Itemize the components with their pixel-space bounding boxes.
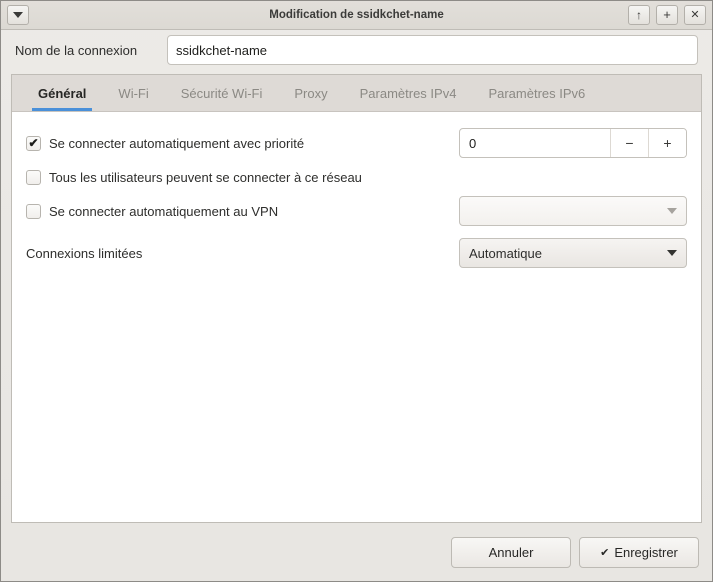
plus-icon bbox=[663, 8, 671, 22]
vpn-row: Se connecter automatiquement au VPN bbox=[26, 194, 687, 228]
window-title: Modification de ssidkchet-name bbox=[269, 9, 444, 21]
connection-name-label: Nom de la connexion bbox=[15, 42, 138, 58]
tab-general-label: Général bbox=[38, 85, 87, 101]
tab-proxy[interactable]: Proxy bbox=[278, 75, 343, 111]
title-bar: Modification de ssidkchet-name bbox=[1, 1, 712, 30]
priority-spinner[interactable]: 0 − + bbox=[459, 128, 687, 158]
tab-ipv4-settings-label: Paramètres IPv4 bbox=[359, 85, 457, 101]
autoconnect-checkbox[interactable]: ✔ bbox=[26, 135, 41, 151]
all-users-row: Tous les utilisateurs peuvent se connect… bbox=[26, 160, 687, 194]
vpn-combo[interactable] bbox=[459, 196, 687, 226]
cancel-button[interactable]: Annuler bbox=[451, 536, 571, 568]
vpn-label: Se connecter automatiquement au VPN bbox=[49, 203, 279, 219]
tab-wifi-label: Wi-Fi bbox=[118, 85, 149, 101]
plus-icon: + bbox=[663, 135, 672, 151]
tab-bar: Général Wi-Fi Sécurité Wi-Fi Proxy Param… bbox=[12, 75, 701, 112]
tab-wifi-security[interactable]: Sécurité Wi-Fi bbox=[165, 75, 279, 111]
tab-ipv6-settings[interactable]: Paramètres IPv6 bbox=[472, 75, 601, 111]
arrow-up-icon bbox=[636, 9, 642, 22]
checkmark-icon: ✔ bbox=[600, 546, 610, 559]
save-button-label: Enregistrer bbox=[614, 544, 678, 560]
chevron-down-icon bbox=[667, 250, 677, 256]
all-users-checkbox[interactable] bbox=[26, 169, 41, 185]
all-users-label: Tous les utilisateurs peuvent se connect… bbox=[49, 169, 362, 185]
window-menu-button[interactable] bbox=[7, 5, 29, 25]
close-x-icon bbox=[690, 10, 699, 21]
save-button[interactable]: ✔ Enregistrer bbox=[579, 536, 699, 568]
minus-icon: − bbox=[625, 135, 634, 151]
autoconnect-label: Se connecter automatiquement avec priori… bbox=[49, 135, 305, 151]
connection-name-input[interactable] bbox=[167, 35, 698, 65]
vpn-checkbox[interactable] bbox=[26, 203, 41, 219]
triangle-down-icon bbox=[13, 12, 23, 18]
general-tab-page: ✔ Se connecter automatiquement avec prio… bbox=[12, 112, 701, 522]
settings-notebook: Général Wi-Fi Sécurité Wi-Fi Proxy Param… bbox=[11, 74, 702, 523]
cancel-button-label: Annuler bbox=[488, 544, 534, 560]
metered-row: Connexions limitées Automatique bbox=[26, 236, 687, 270]
close-button[interactable] bbox=[684, 5, 706, 25]
tab-wifi-security-label: Sécurité Wi-Fi bbox=[180, 85, 263, 101]
chevron-down-icon bbox=[667, 208, 677, 214]
tab-ipv4-settings[interactable]: Paramètres IPv4 bbox=[344, 75, 473, 111]
autoconnect-row: ✔ Se connecter automatiquement avec prio… bbox=[26, 126, 687, 160]
tab-ipv6-settings-label: Paramètres IPv6 bbox=[488, 85, 586, 101]
checkmark-icon: ✔ bbox=[28, 136, 39, 150]
maximize-button[interactable] bbox=[656, 5, 678, 25]
tab-general[interactable]: Général bbox=[22, 75, 102, 111]
window-controls bbox=[628, 5, 706, 25]
shade-button[interactable] bbox=[628, 5, 650, 25]
metered-combo-value: Automatique bbox=[469, 245, 542, 261]
tab-proxy-label: Proxy bbox=[294, 85, 328, 101]
tab-wifi[interactable]: Wi-Fi bbox=[102, 75, 164, 111]
priority-decrement-button[interactable]: − bbox=[610, 129, 648, 157]
connection-editor-window: Modification de ssidkchet-name Nom de la… bbox=[0, 0, 713, 582]
priority-value[interactable]: 0 bbox=[460, 129, 610, 157]
metered-combo[interactable]: Automatique bbox=[459, 238, 687, 268]
priority-increment-button[interactable]: + bbox=[648, 129, 686, 157]
connection-name-row: Nom de la connexion bbox=[1, 30, 712, 70]
metered-label: Connexions limitées bbox=[26, 245, 143, 261]
dialog-action-bar: Annuler ✔ Enregistrer bbox=[1, 523, 712, 581]
